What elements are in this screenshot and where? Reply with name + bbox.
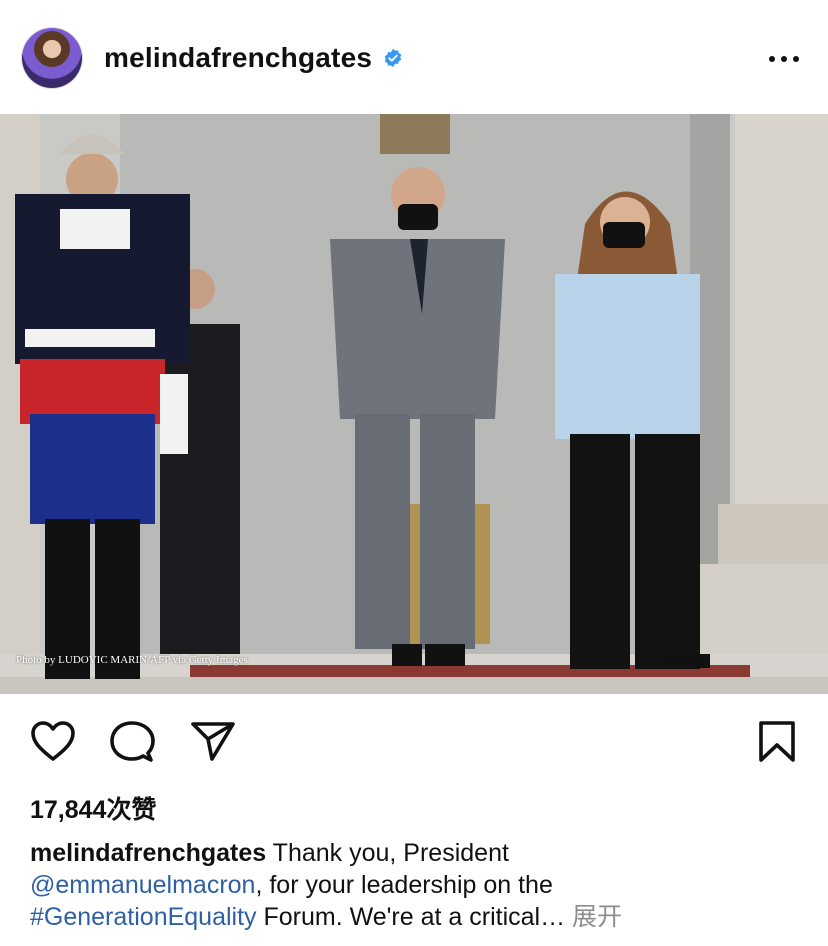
action-bar: [0, 694, 828, 784]
post-photo[interactable]: Photo by LUDOVIC MARIN/AFP via Getty Ima…: [0, 114, 828, 694]
likes-suffix: 次赞: [106, 796, 157, 824]
comment-icon[interactable]: [109, 720, 155, 764]
mention-link[interactable]: @emmanuelmacron: [30, 871, 255, 899]
more-options-button[interactable]: [767, 46, 801, 72]
avatar[interactable]: [22, 28, 82, 88]
photo-credit: Photo by LUDOVIC MARIN/AFP via Getty Ima…: [16, 654, 248, 666]
caption-author[interactable]: melindafrenchgates: [30, 839, 266, 867]
caption-text: Thank you, President: [266, 839, 509, 867]
photo-illustration: [0, 114, 828, 694]
post-caption: melindafrenchgates Thank you, President @…: [30, 837, 810, 933]
heart-icon[interactable]: [30, 720, 76, 762]
caption-text: , for your leadership on the: [255, 871, 553, 899]
caption-text: Forum. We're at a critical…: [256, 903, 566, 931]
post-header: melindafrenchgates: [0, 0, 828, 114]
verified-badge-icon: [384, 48, 402, 68]
share-icon[interactable]: [190, 720, 236, 762]
expand-caption-button[interactable]: 展开: [572, 903, 622, 931]
bookmark-icon[interactable]: [757, 720, 797, 764]
likes-number: 17,844: [30, 796, 107, 824]
hashtag-link[interactable]: #GenerationEquality: [30, 903, 257, 931]
post-username[interactable]: melindafrenchgates: [104, 42, 372, 74]
more-horizontal-icon: [769, 56, 775, 62]
likes-count[interactable]: 17,844次赞: [30, 790, 156, 826]
